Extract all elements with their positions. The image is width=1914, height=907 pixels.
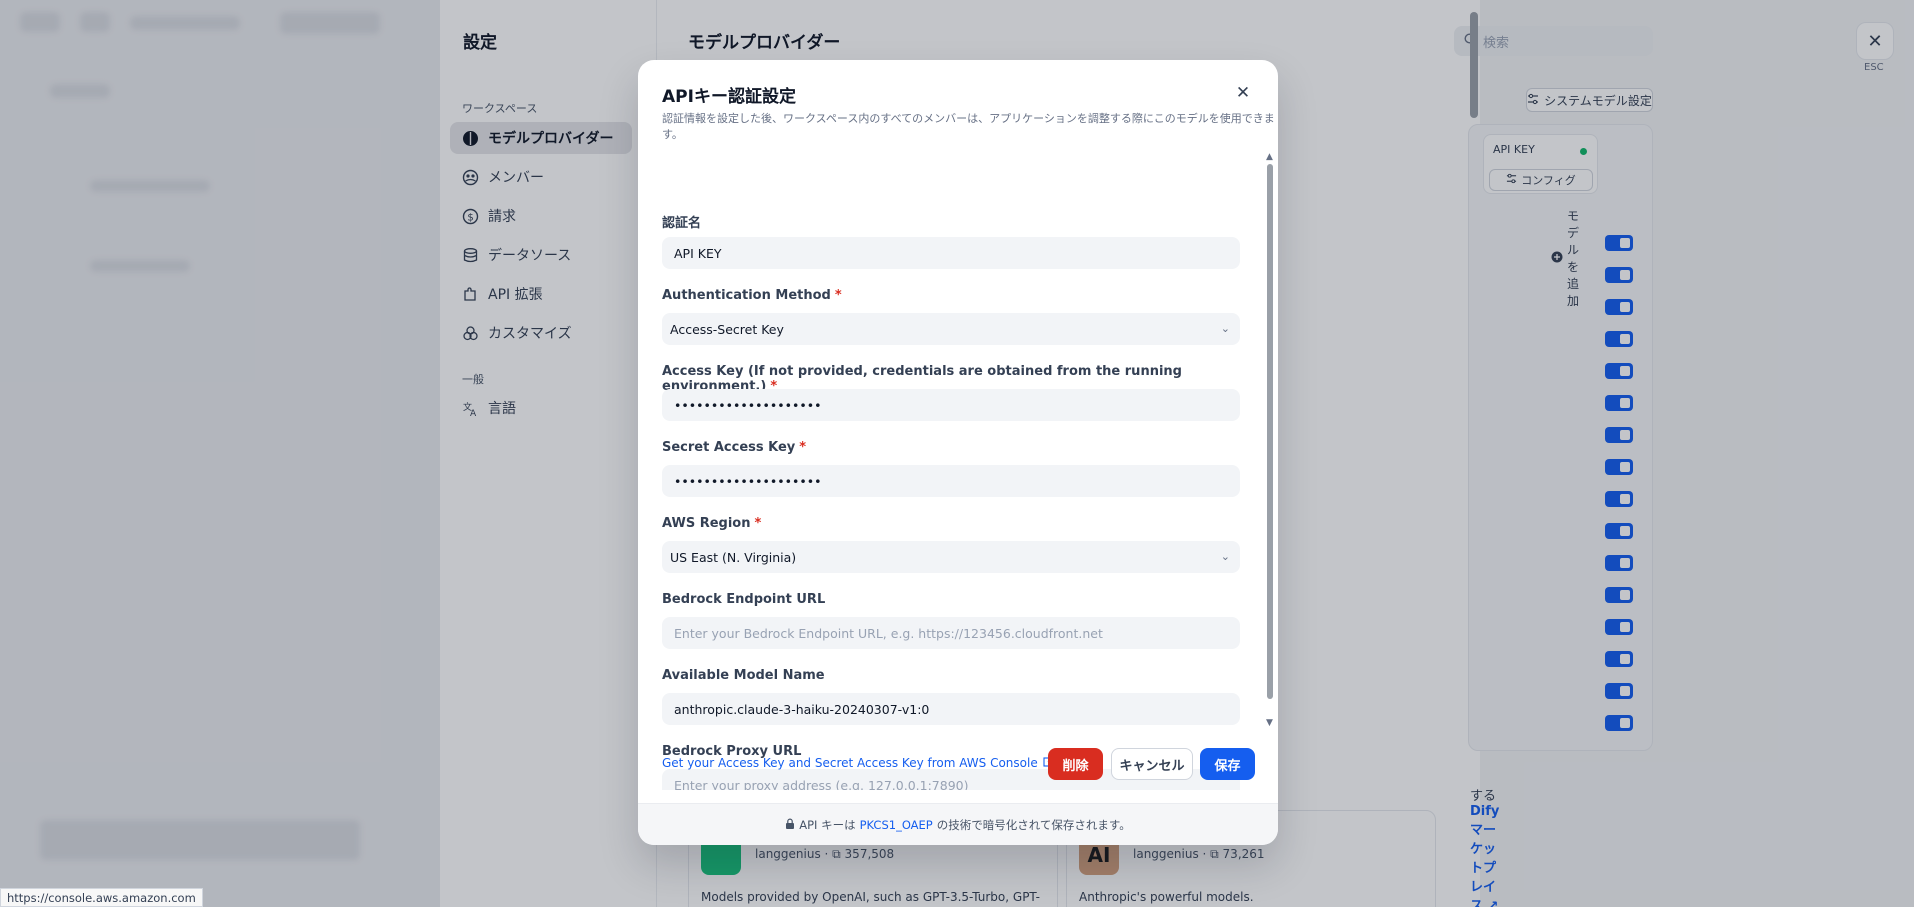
- bedrock-endpoint-input[interactable]: Enter your Bedrock Endpoint URL, e.g. ht…: [662, 617, 1240, 649]
- aws-region-value: US East (N. Virginia): [670, 549, 797, 565]
- scroll-up-icon[interactable]: ▲: [1266, 152, 1273, 162]
- chevron-down-icon: ⌄: [1220, 550, 1230, 563]
- required-mark: *: [754, 516, 762, 531]
- aws-region-select[interactable]: US East (N. Virginia) ⌄: [662, 541, 1240, 573]
- scrollbar-thumb[interactable]: [1267, 164, 1273, 699]
- secret-access-key-value: ••••••••••••••••••••: [674, 473, 822, 489]
- aws-console-link-label: Get your Access Key and Secret Access Ke…: [662, 756, 1038, 770]
- model-name-value: anthropic.claude-3-haiku-20240307-v1:0: [674, 701, 930, 717]
- field-label-auth-name: 認証名: [662, 216, 702, 231]
- encryption-suffix: の技術で暗号化されて保存されます。: [936, 817, 1131, 832]
- required-mark: *: [799, 440, 807, 455]
- aws-console-link[interactable]: Get your Access Key and Secret Access Ke…: [662, 756, 1054, 770]
- field-label-secret-access-key: Secret Access Key *: [662, 440, 807, 455]
- api-key-auth-modal: APIキー認証設定 認証情報を設定した後、ワークスペース内のすべてのメンバーは、…: [638, 60, 1278, 845]
- field-label-aws-region: AWS Region *: [662, 516, 762, 531]
- modal-close-button[interactable]: ✕: [1232, 82, 1254, 104]
- encryption-method-link[interactable]: PKCS1_OAEP: [860, 818, 933, 832]
- delete-button[interactable]: 削除: [1048, 748, 1103, 780]
- encryption-notice: API キーは PKCS1_OAEP の技術で暗号化されて保存されます。: [638, 803, 1278, 845]
- model-name-input[interactable]: anthropic.claude-3-haiku-20240307-v1:0: [662, 693, 1240, 725]
- status-url-bar: https://console.aws.amazon.com: [0, 888, 203, 907]
- auth-method-select[interactable]: Access-Secret Key ⌄: [662, 313, 1240, 345]
- credential-form: 認証名 API KEY Authentication Method * Acces…: [662, 150, 1240, 790]
- bedrock-endpoint-placeholder: Enter your Bedrock Endpoint URL, e.g. ht…: [674, 625, 1103, 641]
- scroll-down-icon[interactable]: ▼: [1266, 718, 1273, 728]
- modal-scrollbar[interactable]: ▲ ▼: [1266, 150, 1274, 730]
- lock-icon: [785, 818, 795, 832]
- save-button[interactable]: 保存: [1200, 748, 1255, 780]
- auth-name-input[interactable]: API KEY: [662, 237, 1240, 269]
- field-label-auth-method: Authentication Method *: [662, 288, 842, 303]
- bedrock-proxy-placeholder: Enter your proxy address (e.g. 127.0.0.1…: [674, 777, 969, 791]
- modal-title: APIキー認証設定: [662, 87, 796, 107]
- modal-subtitle: 認証情報を設定した後、ワークスペース内のすべてのメンバーは、アプリケーションを調…: [662, 112, 1275, 141]
- field-label-bedrock-endpoint: Bedrock Endpoint URL: [662, 592, 826, 607]
- encryption-prefix: API キーは: [799, 817, 856, 832]
- required-mark: *: [834, 288, 842, 303]
- access-key-input[interactable]: ••••••••••••••••••••: [662, 389, 1240, 421]
- chevron-down-icon: ⌄: [1220, 322, 1230, 335]
- auth-method-value: Access-Secret Key: [670, 321, 784, 337]
- close-icon: ✕: [1235, 83, 1251, 103]
- cancel-button[interactable]: キャンセル: [1111, 748, 1193, 780]
- access-key-value: ••••••••••••••••••••: [674, 397, 822, 413]
- field-label-model-name: Available Model Name: [662, 668, 825, 683]
- auth-name-value: API KEY: [674, 245, 722, 261]
- secret-access-key-input[interactable]: ••••••••••••••••••••: [662, 465, 1240, 497]
